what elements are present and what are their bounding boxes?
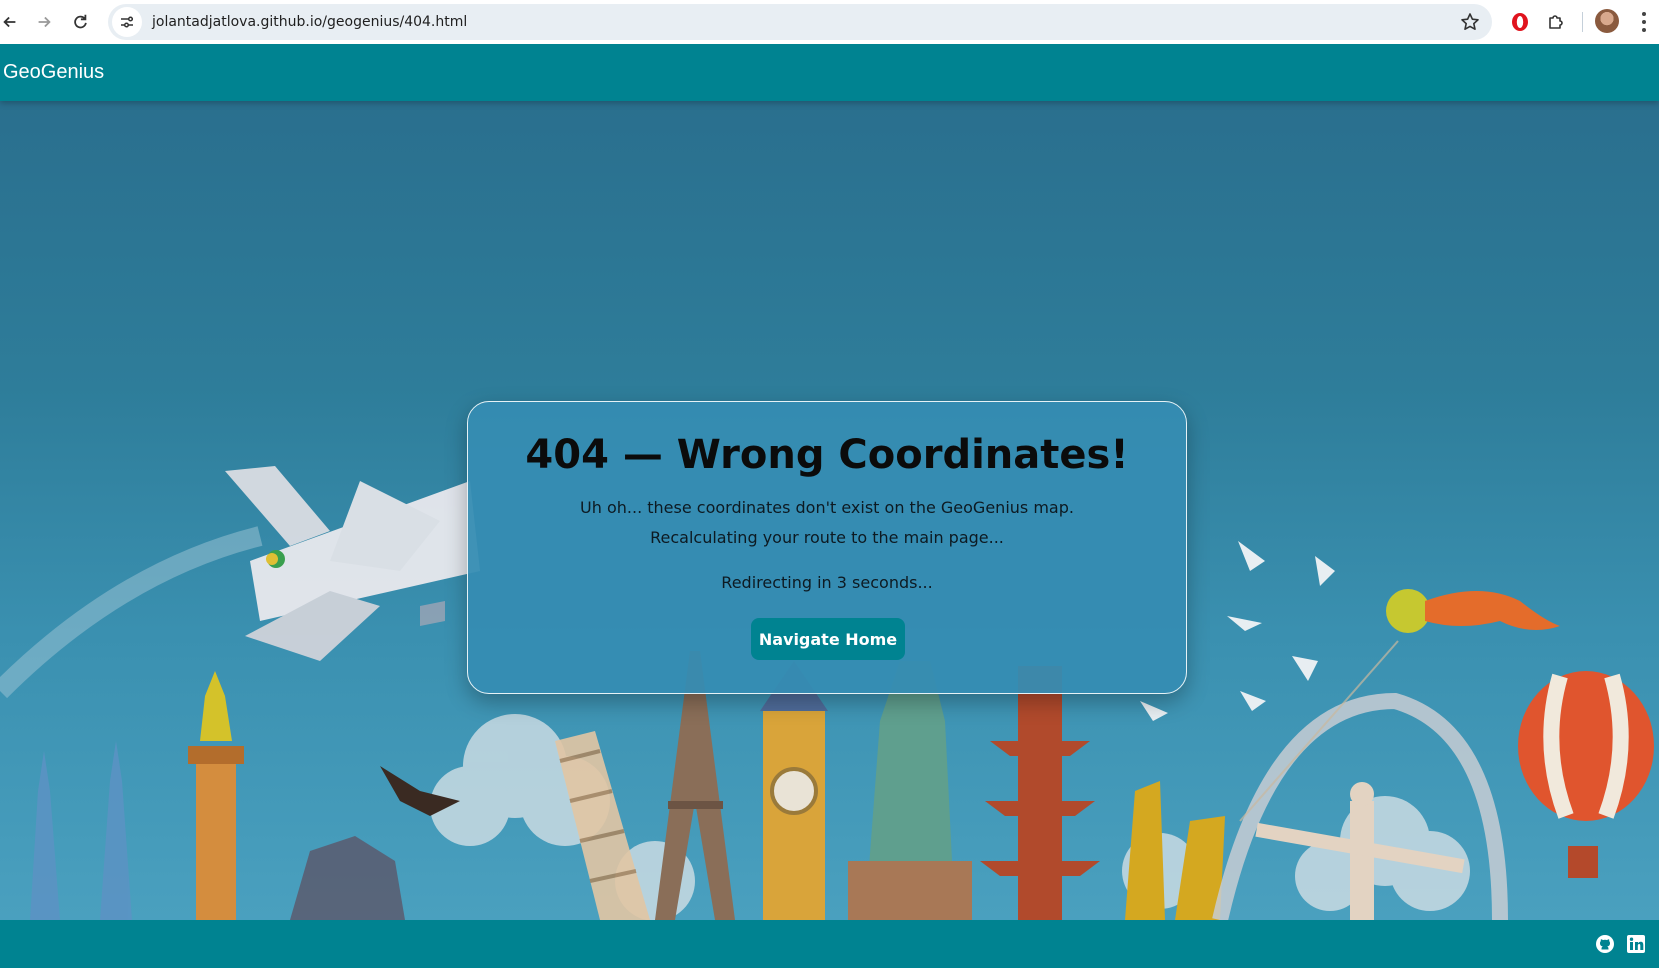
- opera-icon[interactable]: [1506, 8, 1534, 36]
- error-message: Uh oh... these coordinates don't exist o…: [580, 498, 1074, 517]
- rock: [290, 836, 405, 920]
- hot-air-balloon: [1518, 671, 1654, 878]
- avatar[interactable]: [1595, 9, 1619, 33]
- big-ben: [760, 661, 828, 920]
- back-arrow-icon[interactable]: [0, 4, 28, 40]
- linkedin-icon[interactable]: [1626, 934, 1646, 954]
- route-message: Recalculating your route to the main pag…: [650, 528, 1004, 547]
- toolbar-divider: [1582, 12, 1583, 32]
- contrail: [0, 526, 263, 699]
- forward-arrow-icon[interactable]: [26, 4, 62, 40]
- navbar: GeoGenius: [0, 44, 1659, 101]
- url-text[interactable]: jolantadjatlova.github.io/geogenius/404.…: [152, 14, 467, 30]
- error-card: 404 — Wrong Coordinates! Uh oh... these …: [467, 401, 1187, 694]
- brand-logo-text[interactable]: GeoGenius: [3, 61, 104, 84]
- kite-string: [1239, 640, 1399, 822]
- statue-of-liberty: [848, 661, 972, 920]
- dragon-kite: [1386, 589, 1560, 633]
- footer: [0, 920, 1659, 968]
- twin-towers: [30, 741, 132, 920]
- address-bar[interactable]: jolantadjatlova.github.io/geogenius/404.…: [108, 4, 1492, 40]
- airplane: [225, 466, 480, 661]
- puzzle-icon[interactable]: [1542, 8, 1570, 36]
- github-icon[interactable]: [1595, 934, 1615, 954]
- kebab-menu-icon[interactable]: [1636, 10, 1652, 34]
- page-title: 404 — Wrong Coordinates!: [525, 432, 1129, 478]
- navigate-home-button[interactable]: Navigate Home: [751, 618, 905, 660]
- site-settings-icon[interactable]: [112, 7, 142, 37]
- star-icon[interactable]: [1460, 12, 1480, 32]
- pagoda: [980, 666, 1100, 920]
- monument-column: [188, 671, 244, 920]
- page: GeoGenius 404 — Wrong Coordinates! Uh oh…: [0, 44, 1659, 968]
- redirect-countdown: Redirecting in 3 seconds...: [721, 573, 933, 592]
- reload-icon[interactable]: [62, 4, 98, 40]
- browser-toolbar: jolantadjatlova.github.io/geogenius/404.…: [0, 0, 1659, 44]
